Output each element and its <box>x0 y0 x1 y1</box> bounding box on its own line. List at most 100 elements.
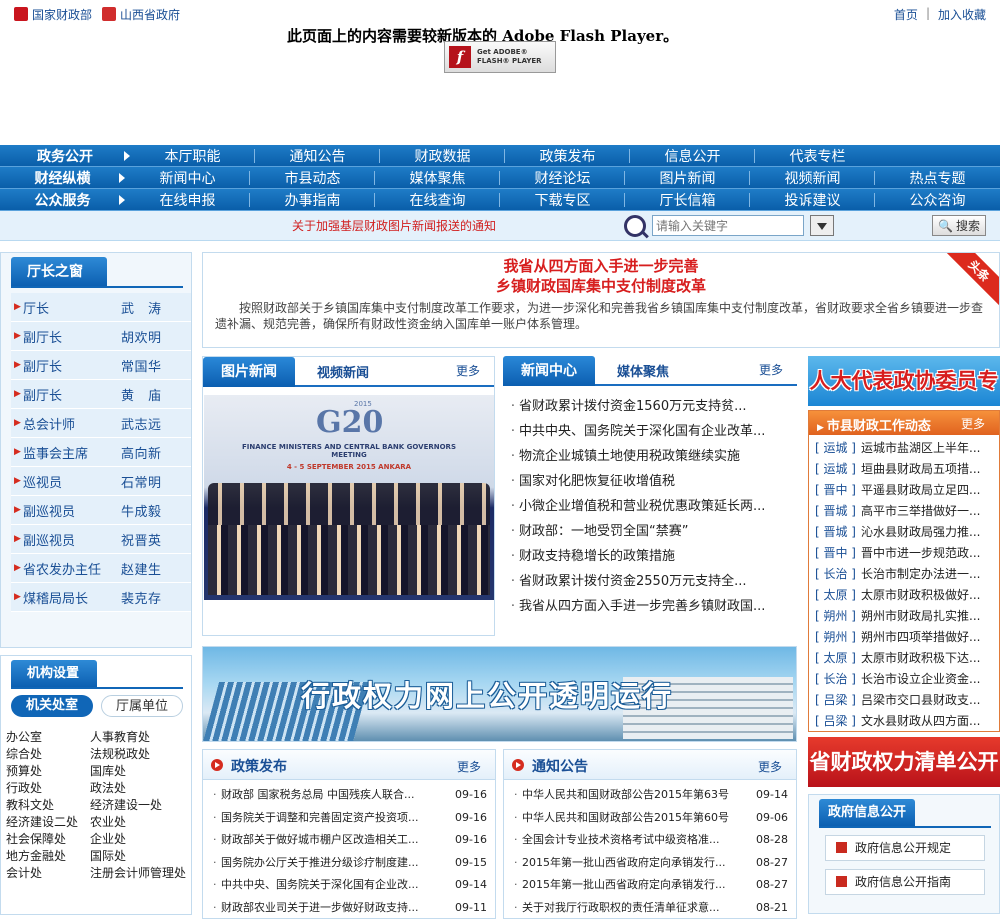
nav-item-notices[interactable]: 通知公告 <box>255 146 380 166</box>
policy-row[interactable]: ·国务院关于调整和完善固定资产投资项...09-16 <box>213 807 487 830</box>
transparency-banner[interactable]: 行政权力网上公开透明运行 <box>202 646 797 742</box>
leader-row[interactable]: ▶副厅长黄 庙 <box>11 380 191 409</box>
county-news-row[interactable]: [ 朔州 ]朔州市四项举措做好... <box>809 627 999 648</box>
gov-info-rules-link[interactable]: 政府信息公开规定 <box>825 835 985 861</box>
news-center-more-link[interactable]: 更多 <box>759 361 783 378</box>
news-item[interactable]: ·我省从四方面入手进一步完善乡镇财政国... <box>507 594 797 619</box>
policy-row[interactable]: ·财政部 国家税务总局 中国残疾人联合...09-16 <box>213 784 487 807</box>
county-news-row[interactable]: [ 太原 ]太原市财政积极下达... <box>809 648 999 669</box>
notices-row[interactable]: ·2015年第一批山西省政府定向承销发行...08-27 <box>514 852 788 875</box>
notice-link[interactable]: 关于加强基层财政图片新闻报送的通知 <box>292 217 624 234</box>
nav-item-guide[interactable]: 办事指南 <box>250 190 375 210</box>
nav-item-forum[interactable]: 财经论坛 <box>500 168 625 188</box>
county-news-row[interactable]: [ 晋城 ]高平市三举措做好一... <box>809 501 999 522</box>
nav-item-photo-news[interactable]: 图片新闻 <box>625 168 750 188</box>
leader-row[interactable]: ▶煤稽局局长裴克存 <box>11 583 191 612</box>
org-item[interactable]: 人事教育处 <box>90 728 190 745</box>
policy-row[interactable]: ·财政部关于做好城市棚户区改造相关工...09-16 <box>213 829 487 852</box>
notices-row[interactable]: ·中华人民共和国财政部公告2015年第63号09-14 <box>514 784 788 807</box>
org-item[interactable]: 综合处 <box>6 745 90 762</box>
leader-row[interactable]: ▶副巡视员牛成毅 <box>11 496 191 525</box>
shanxi-gov-link[interactable]: 山西省政府 <box>102 6 180 23</box>
nav-item-complaints[interactable]: 投诉建议 <box>750 190 875 210</box>
headline-title-line2[interactable]: 乡镇财政国库集中支付制度改革 <box>203 275 999 296</box>
org-item[interactable]: 经济建设二处 <box>6 813 90 830</box>
org-item[interactable]: 企业处 <box>90 830 190 847</box>
delegates-banner[interactable]: 人大代表政协委员专栏 <box>808 356 1000 406</box>
tab-media-focus[interactable]: 媒体聚焦 <box>617 361 669 380</box>
org-item[interactable]: 地方金融处 <box>6 847 90 864</box>
notices-row[interactable]: ·全国会计专业技术资格考试中级资格准...08-28 <box>514 829 788 852</box>
power-list-banner[interactable]: 省财政权力清单公开 <box>808 737 1000 787</box>
news-item[interactable]: ·省财政累计拨付资金2550万元支持全... <box>507 569 797 594</box>
nav-item-mailbox[interactable]: 厅长信箱 <box>625 190 750 210</box>
nav-item-consult[interactable]: 公众咨询 <box>875 190 1000 210</box>
news-item[interactable]: ·小微企业增值税和营业税优惠政策延长两... <box>507 494 797 519</box>
org-item[interactable]: 国库处 <box>90 762 190 779</box>
county-news-row[interactable]: [ 长治 ]长治市制定办法进一... <box>809 564 999 585</box>
leader-row[interactable]: ▶监事会主席高向新 <box>11 438 191 467</box>
org-item[interactable]: 法规税政处 <box>90 745 190 762</box>
nav-item-downloads[interactable]: 下载专区 <box>500 190 625 210</box>
nav-item-delegates[interactable]: 代表专栏 <box>755 146 880 166</box>
notices-row[interactable]: ·关于对我厅行政职权的责任清单征求意...08-21 <box>514 897 788 919</box>
org-item[interactable]: 农业处 <box>90 813 190 830</box>
tab-photo-news[interactable]: 图片新闻 <box>203 357 295 387</box>
nav-item-news-center[interactable]: 新闻中心 <box>125 168 250 188</box>
org-item[interactable]: 会计处 <box>6 864 90 881</box>
search-button[interactable]: 🔍搜索 <box>932 215 986 236</box>
news-item[interactable]: ·财政部：一地受罚全国“禁赛” <box>507 519 797 544</box>
search-input[interactable] <box>652 215 804 236</box>
headline-title-line1[interactable]: 我省从四方面入手进一步完善 <box>203 255 999 276</box>
nav-item-video-news[interactable]: 视频新闻 <box>750 168 875 188</box>
news-item[interactable]: ·中共中央、国务院关于深化国有企业改革... <box>507 419 797 444</box>
news-item[interactable]: ·省财政累计拨付资金1560万元支持贫... <box>507 394 797 419</box>
org-item[interactable]: 经济建设一处 <box>90 796 190 813</box>
county-news-row[interactable]: [ 运城 ]运城市盐湖区上半年... <box>809 438 999 459</box>
nav-item-info-disclosure[interactable]: 信息公开 <box>630 146 755 166</box>
home-link[interactable]: 首页 <box>894 6 918 23</box>
nav-item-fiscal-data[interactable]: 财政数据 <box>380 146 505 166</box>
org-item[interactable]: 行政处 <box>6 779 90 796</box>
county-news-row[interactable]: [ 晋城 ]沁水县财政局强力推... <box>809 522 999 543</box>
nav-item-policy[interactable]: 政策发布 <box>505 146 630 166</box>
news-item[interactable]: ·国家对化肥恢复征收增值税 <box>507 469 797 494</box>
nav-item-county-news[interactable]: 市县动态 <box>250 168 375 188</box>
nav-item-duties[interactable]: 本厅职能 <box>130 146 255 166</box>
policy-row[interactable]: ·中共中央、国务院关于深化国有企业改...09-14 <box>213 874 487 897</box>
county-news-row[interactable]: [ 吕梁 ]文水县财政从四方面... <box>809 711 999 732</box>
notices-more-link[interactable]: 更多 <box>758 758 782 775</box>
tab-affiliated-units[interactable]: 厅属单位 <box>101 695 183 717</box>
leader-row[interactable]: ▶副厅长胡欢明 <box>11 322 191 351</box>
county-news-row[interactable]: [ 太原 ]太原市财政积极做好... <box>809 585 999 606</box>
leader-row[interactable]: ▶巡视员石常明 <box>11 467 191 496</box>
notices-row[interactable]: ·中华人民共和国财政部公告2015年第60号09-06 <box>514 807 788 830</box>
county-news-row[interactable]: [ 长治 ]长治市设立企业资金... <box>809 669 999 690</box>
tab-video-news[interactable]: 视频新闻 <box>317 362 369 381</box>
news-item[interactable]: ·物流企业城镇土地使用税政策继续实施 <box>507 444 797 469</box>
nav-item-query[interactable]: 在线查询 <box>375 190 500 210</box>
county-news-row[interactable]: [ 吕梁 ]吕梁市交口县财政支... <box>809 690 999 711</box>
leader-row[interactable]: ▶副厅长常国华 <box>11 351 191 380</box>
county-news-row[interactable]: [ 朔州 ]朔州市财政局扎实推... <box>809 606 999 627</box>
nav-item-topics[interactable]: 热点专题 <box>875 168 1000 188</box>
photo-news-more-link[interactable]: 更多 <box>456 362 480 379</box>
g20-photo[interactable]: 2015 G20 FINANCE MINISTERS AND CENTRAL B… <box>204 395 494 600</box>
nav-item-media[interactable]: 媒体聚焦 <box>375 168 500 188</box>
get-flash-button[interactable]: f Get ADOBE®FLASH® PLAYER <box>444 41 556 73</box>
county-news-row[interactable]: [ 运城 ]垣曲县财政局五项措... <box>809 459 999 480</box>
gov-info-guide-link[interactable]: 政府信息公开指南 <box>825 869 985 895</box>
leader-row[interactable]: ▶厅长武 涛 <box>11 293 191 322</box>
search-scope-select[interactable] <box>810 215 834 236</box>
notices-row[interactable]: ·2015年第一批山西省政府定向承销发行...08-27 <box>514 874 788 897</box>
county-news-more-link[interactable]: 更多 <box>961 415 985 432</box>
tab-departments[interactable]: 机关处室 <box>11 695 93 717</box>
add-favorite-link[interactable]: 加入收藏 <box>938 6 986 23</box>
tab-news-center[interactable]: 新闻中心 <box>503 356 595 386</box>
leader-row[interactable]: ▶省农发办主任赵建生 <box>11 554 191 583</box>
policy-row[interactable]: ·国务院办公厅关于推进分级诊疗制度建...09-15 <box>213 852 487 875</box>
org-item[interactable]: 办公室 <box>6 728 90 745</box>
policy-row[interactable]: ·财政部农业司关于进一步做好财政支持...09-11 <box>213 897 487 919</box>
org-item[interactable]: 社会保障处 <box>6 830 90 847</box>
policy-more-link[interactable]: 更多 <box>457 758 481 775</box>
